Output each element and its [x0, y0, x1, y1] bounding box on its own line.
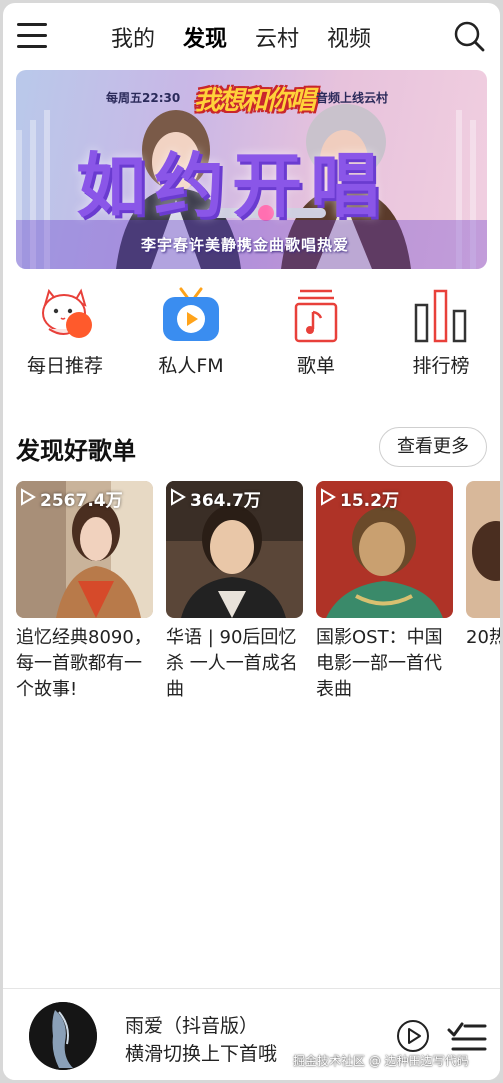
shortcut-playlist[interactable]: 歌单 — [256, 283, 376, 378]
see-more-button[interactable]: 查看更多 — [379, 427, 487, 467]
shortcut-row: 每日推荐 私人FM 歌单 排行榜 — [3, 283, 500, 383]
shortcut-playlist-label: 歌单 — [296, 355, 335, 377]
tab-mine[interactable]: 我的 — [111, 21, 155, 53]
shortcut-fm-label: 私人FM — [158, 355, 224, 377]
playlist-queue-icon[interactable] — [447, 1020, 487, 1052]
playlist-title: 华语 | 90后回忆杀 一人一首成名曲 — [166, 627, 298, 700]
playlist-cover: 15.2万 — [316, 481, 453, 618]
bar-chart-icon — [414, 289, 467, 343]
tab-discover[interactable]: 发现 — [183, 21, 227, 53]
play-count: 15.2万 — [340, 491, 399, 511]
tv-play-icon — [163, 287, 219, 341]
banner-title: 如约开唱 — [76, 145, 388, 227]
lucky-cat-icon — [42, 288, 92, 338]
watermark: 掘金技术社区 @ 边种田边写代码 — [293, 1054, 469, 1068]
shortcut-rank[interactable]: 排行榜 — [381, 283, 500, 378]
shortcut-daily-label: 每日推荐 — [26, 355, 103, 377]
playlist-card[interactable]: 2567.4万 追忆经典8090，每一首歌都有一个故事! — [16, 481, 153, 703]
music-note-icon — [294, 289, 338, 343]
promo-banner[interactable]: 每周五22:30 我想和你唱 音频上线云村 如约开唱 李宇春许美静携金曲歌唱热爱 — [16, 70, 487, 269]
playlist-cover: 364.7万 — [166, 481, 303, 618]
playlist-title: 20热歌 — [466, 627, 500, 648]
play-icon[interactable] — [396, 1019, 430, 1053]
playlist-cover — [466, 481, 500, 618]
top-nav: 我的 发现 云村 视频 — [3, 3, 500, 69]
banner-subtitle: 李宇春许美静携金曲歌唱热爱 — [141, 236, 350, 254]
banner-logo: 我想和你唱 — [194, 86, 316, 116]
search-icon[interactable] — [453, 20, 485, 52]
mini-player[interactable]: 雨爱（抖音版） 横滑切换上下首哦 掘金技术社区 @ 边种田边写代码 — [3, 988, 500, 1080]
song-title: 雨爱（抖音版） — [125, 1015, 259, 1037]
nav-tabs: 我的 发现 云村 视频 — [111, 21, 371, 53]
menu-icon[interactable] — [17, 23, 47, 49]
playlist-card[interactable]: 364.7万 华语 | 90后回忆杀 一人一首成名曲 — [166, 481, 303, 703]
banner-schedule: 每周五22:30 — [106, 91, 181, 105]
section-title: 发现好歌单 — [16, 437, 136, 465]
playlist-card[interactable]: 15.2万 国影OST：中国电影一部一首代表曲 — [316, 481, 453, 703]
play-count: 2567.4万 — [40, 491, 123, 511]
shortcut-fm[interactable]: 私人FM — [131, 283, 251, 378]
tab-village[interactable]: 云村 — [255, 21, 299, 53]
playlist-carousel[interactable]: 2567.4万 追忆经典8090，每一首歌都有一个故事! 364.7万 华语 |… — [16, 481, 500, 711]
play-count: 364.7万 — [190, 491, 261, 511]
shortcut-rank-label: 排行榜 — [412, 355, 470, 377]
playlist-title: 追忆经典8090，每一首歌都有一个故事! — [16, 627, 152, 700]
app-screen: 我的 发现 云村 视频 每周五22:30 我想和你唱 音频上线云村 如约开唱 李… — [3, 3, 500, 1080]
playlist-title: 国影OST：中国电影一部一首代表曲 — [316, 627, 443, 700]
banner-platform: 音频上线云村 — [316, 91, 389, 105]
playlist-card[interactable]: 20热歌 — [466, 481, 500, 703]
playlist-cover: 2567.4万 — [16, 481, 153, 618]
song-hint: 横滑切换上下首哦 — [125, 1043, 278, 1065]
album-disc[interactable] — [29, 1002, 97, 1070]
shortcut-daily[interactable]: 每日推荐 — [5, 283, 125, 378]
tab-video[interactable]: 视频 — [327, 21, 371, 53]
